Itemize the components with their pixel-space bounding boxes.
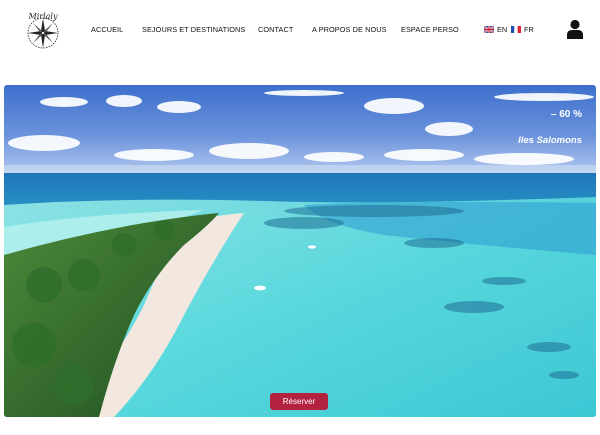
user-icon[interactable] [566,19,584,39]
hero-discount: – 60 % [550,109,582,120]
nav-item-sejours[interactable]: SEJOURS ET DESTINATIONS [142,25,245,34]
compass-logo[interactable]: Mirlaly [20,6,66,52]
hero-banner: – 60 % Iles Salomons [4,85,596,417]
language-fr[interactable]: FR [511,25,534,34]
nav-item-accueil[interactable]: ACCUEIL [91,25,123,34]
uk-flag-icon [484,26,494,33]
reserve-button[interactable]: Réserver [270,393,328,410]
nav-item-contact[interactable]: CONTACT [258,25,293,34]
france-flag-icon [511,26,521,33]
hero-island-image [4,85,596,417]
nav-item-espace-perso[interactable]: ESPACE PERSO [401,25,459,34]
logo-script-text: Mirlaly [28,12,58,21]
nav-item-a-propos[interactable]: A PROPOS DE NOUS [312,25,387,34]
hero-destination: Iles Salomons [518,135,582,146]
language-fr-label: FR [524,25,534,34]
site-header: Mirlaly ACCUEIL SEJOURS ET DESTINATIONS … [0,0,600,78]
language-en-label: EN [497,25,508,34]
language-en[interactable]: EN [484,25,507,34]
